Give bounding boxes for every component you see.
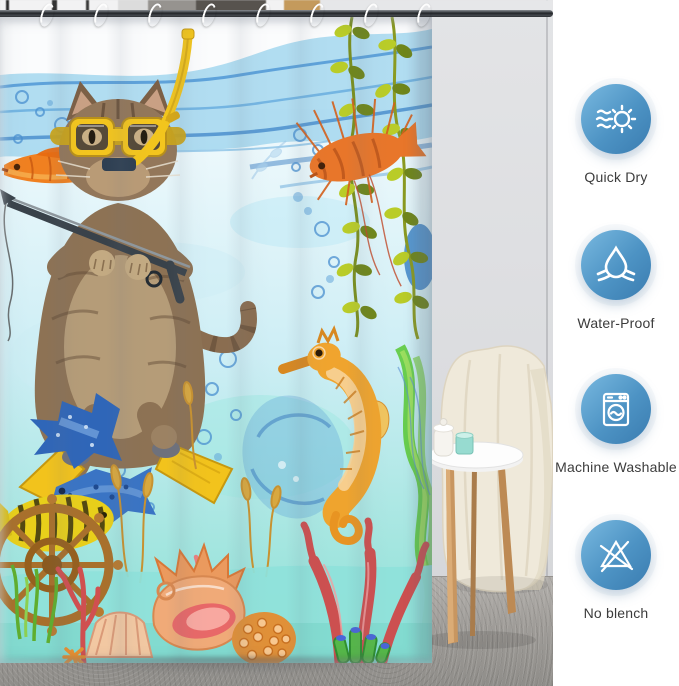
badge-machine-washable: Machine Washable xyxy=(553,374,679,475)
no-bleach-icon xyxy=(594,533,638,577)
badge-circle xyxy=(581,374,651,444)
curtain-artwork xyxy=(0,17,432,663)
bathroom-photo xyxy=(0,0,553,686)
product-image: Quick Dry Water-Proof xyxy=(0,0,679,686)
mint-cup xyxy=(456,433,473,455)
curtain-hem-shadow xyxy=(0,657,440,675)
badge-circle xyxy=(581,230,651,300)
water-proof-icon xyxy=(594,243,638,287)
machine-washable-icon xyxy=(594,387,638,431)
badge-no-bleach: No blench xyxy=(553,520,679,621)
shower-curtain xyxy=(0,17,432,663)
badge-label: Machine Washable xyxy=(555,459,677,475)
badge-circle xyxy=(581,84,651,154)
badge-water-proof: Water-Proof xyxy=(553,230,679,331)
feature-badges-column: Quick Dry Water-Proof xyxy=(553,0,679,686)
shower-rod xyxy=(0,10,553,17)
badge-quick-dry: Quick Dry xyxy=(553,84,679,185)
badge-label: No blench xyxy=(584,605,649,621)
badge-circle xyxy=(581,520,651,590)
quick-dry-icon xyxy=(594,97,638,141)
badge-label: Quick Dry xyxy=(584,169,647,185)
badge-label: Water-Proof xyxy=(577,315,654,331)
towel-and-table xyxy=(430,340,553,650)
